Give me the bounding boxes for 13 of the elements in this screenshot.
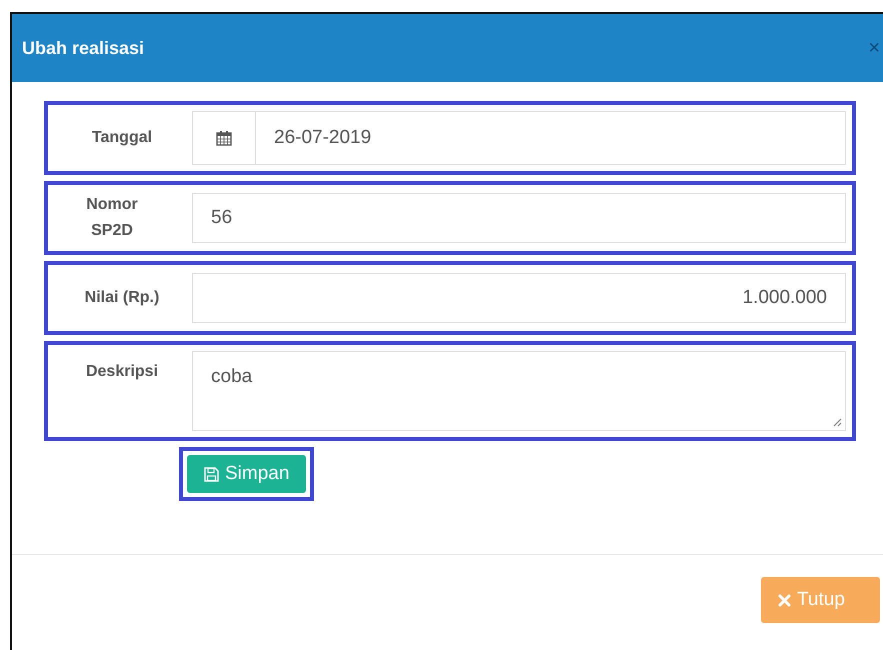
- input-field[interactable]: 1.000.000: [192, 273, 846, 323]
- resize-grip-icon: [833, 418, 842, 427]
- close-icon: [778, 594, 791, 606]
- calendar-icon: [216, 130, 232, 146]
- field-label: Deskripsi: [84, 362, 160, 381]
- date-field[interactable]: 26-07-2019: [192, 111, 846, 165]
- description-field[interactable]: coba: [192, 351, 846, 431]
- dialog-title: Ubah realisasi: [22, 38, 144, 58]
- field-label: Nomor SP2D: [85, 195, 139, 241]
- date-value: 26-07-2019: [273, 126, 372, 150]
- input-field[interactable]: 56: [192, 193, 846, 243]
- field-label: Nilai (Rp.): [84, 289, 160, 307]
- field-label: Tanggal: [90, 129, 154, 147]
